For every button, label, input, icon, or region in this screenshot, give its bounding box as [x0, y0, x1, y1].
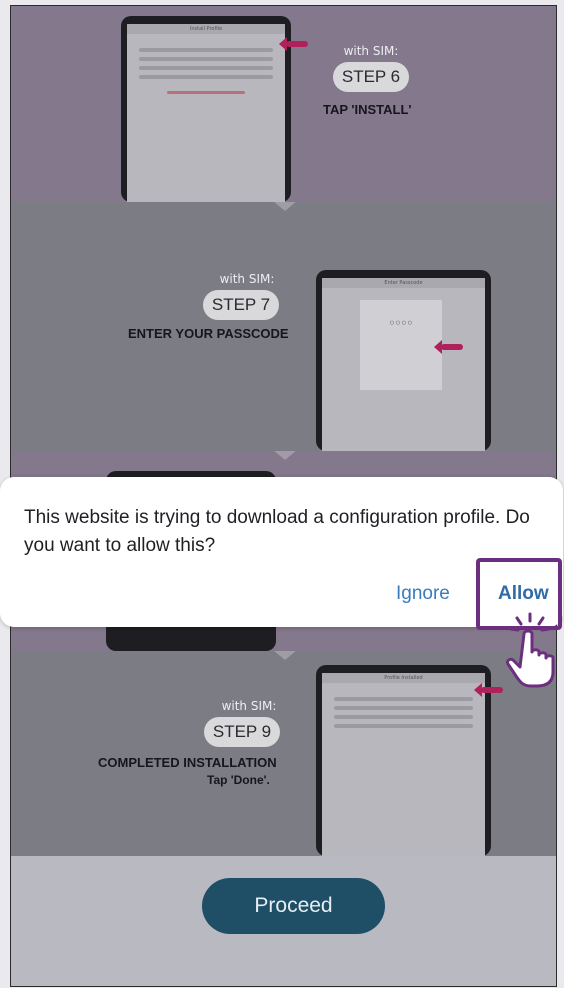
step9-panel: Profile Installed with SIM: STEP 9 COMPL… — [11, 651, 556, 856]
allow-button[interactable]: Allow — [498, 583, 549, 605]
passcode-sheet: ○ ○ ○ ○ — [360, 300, 442, 390]
tablet-screen: Install Profile — [127, 24, 285, 202]
step9-badge: STEP 9 — [204, 717, 280, 747]
tablet-illustration-step6: Install Profile — [121, 16, 291, 202]
arrow-indicator-icon — [279, 37, 308, 51]
tap-hand-icon — [506, 612, 555, 688]
screen-title-bar: Install Profile — [127, 24, 285, 34]
tablet-screen: Enter Passcode ○ ○ ○ ○ — [322, 278, 485, 451]
screen-title-bar: Enter Passcode — [322, 278, 485, 288]
step7-instruction: ENTER YOUR PASSCODE — [128, 326, 289, 341]
with-sim-label: with SIM: — [219, 272, 275, 286]
tablet-illustration-step7: Enter Passcode ○ ○ ○ ○ — [316, 270, 491, 451]
step6-panel: Install Profile with SIM: STEP 6 TAP 'IN… — [11, 6, 556, 202]
dialog-message: This website is trying to download a con… — [24, 507, 530, 556]
ignore-button[interactable]: Ignore — [396, 583, 450, 605]
step6-badge: STEP 6 — [333, 62, 409, 92]
step7-badge: STEP 7 — [203, 290, 279, 320]
with-sim-label: with SIM: — [343, 44, 399, 58]
with-sim-label: with SIM: — [221, 699, 277, 713]
step7-panel: with SIM: STEP 7 ENTER YOUR PASSCODE Ent… — [11, 202, 556, 451]
tablet-screen: Profile Installed — [322, 673, 485, 856]
step9-note: Tap 'Done'. — [207, 773, 270, 787]
arrow-indicator-icon — [434, 340, 463, 354]
screen-title-bar: Profile Installed — [322, 673, 485, 683]
step6-instruction: TAP 'INSTALL' — [323, 102, 412, 117]
proceed-button[interactable]: Proceed — [202, 878, 385, 934]
tablet-illustration-step9: Profile Installed — [316, 665, 491, 856]
step9-instruction: COMPLETED INSTALLATION — [98, 755, 277, 770]
